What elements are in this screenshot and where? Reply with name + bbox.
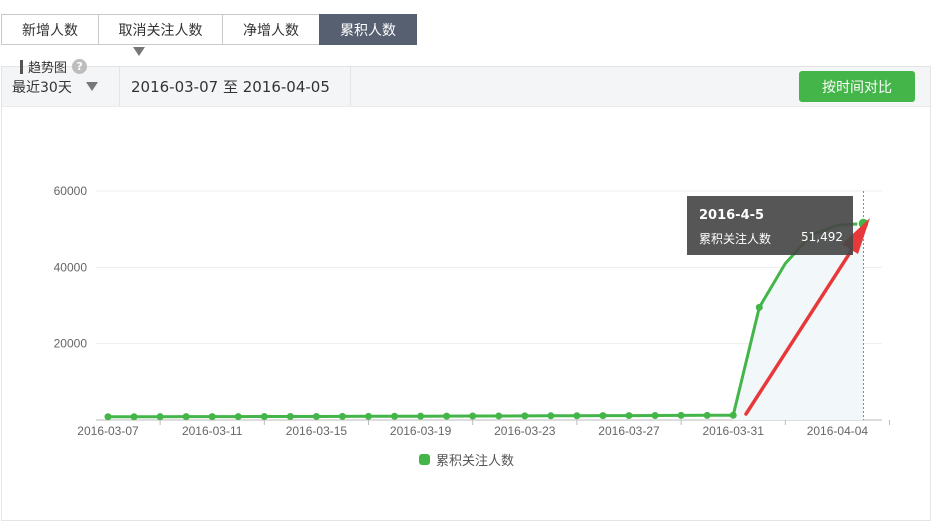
data-point — [312, 412, 320, 420]
y-tick-label: 40000 — [54, 260, 88, 274]
data-point — [651, 411, 659, 419]
data-point — [365, 412, 372, 420]
x-axis: 2016-03-07 2016-03-11 2016-03-15 2016-03-19… — [77, 419, 890, 438]
chart-legend[interactable]: 累积关注人数 — [419, 450, 514, 469]
data-point — [573, 412, 581, 420]
data-point — [729, 411, 737, 419]
x-tick-label: 2016-03-27 — [598, 424, 660, 438]
trend-chart: 600004000020000 2016-03-07 2016-03-11 2016… — [54, 184, 890, 438]
x-tick-label: 2016-04-04 — [807, 424, 869, 438]
tooltip-value: 51,492 — [801, 230, 843, 244]
data-point — [286, 413, 294, 421]
legend-swatch — [419, 454, 430, 465]
y-tick-label: 60000 — [54, 184, 88, 198]
x-tick-label: 2016-03-15 — [286, 424, 348, 438]
legend-label: 累积关注人数 — [436, 454, 515, 469]
data-point — [443, 412, 451, 420]
data-point — [156, 413, 164, 421]
x-tick-label: 2016-03-19 — [390, 424, 452, 438]
chart-tooltip: 2016-4-5 累积关注人数 51,492 — [687, 196, 853, 255]
tooltip-row: 累积关注人数 51,492 — [699, 230, 843, 247]
data-point — [208, 413, 216, 421]
x-tick-label: 2016-03-23 — [494, 424, 556, 438]
data-point — [677, 411, 685, 419]
data-point — [130, 413, 138, 421]
data-point — [521, 412, 529, 420]
tooltip-date: 2016-4-5 — [699, 208, 765, 223]
data-point — [182, 413, 190, 421]
data-point — [625, 412, 633, 420]
data-point — [599, 412, 607, 420]
data-point — [104, 413, 112, 421]
data-point — [547, 412, 555, 420]
data-point — [338, 412, 346, 420]
x-tick-label: 2016-03-31 — [703, 424, 765, 438]
data-point — [495, 412, 503, 420]
data-point — [469, 412, 477, 420]
y-axis-ticks: 60000 40000 20000 — [54, 184, 88, 351]
y-tick-label: 20000 — [54, 337, 88, 351]
tooltip-series-label: 累积关注人数 — [699, 232, 772, 246]
data-point — [391, 412, 399, 420]
data-point — [417, 412, 425, 420]
data-point — [703, 411, 711, 419]
data-point — [234, 413, 242, 421]
x-tick-label: 2016-03-11 — [182, 424, 243, 438]
data-point — [260, 413, 268, 421]
data-point — [755, 303, 763, 311]
x-tick-label: 2016-03-07 — [77, 424, 139, 438]
